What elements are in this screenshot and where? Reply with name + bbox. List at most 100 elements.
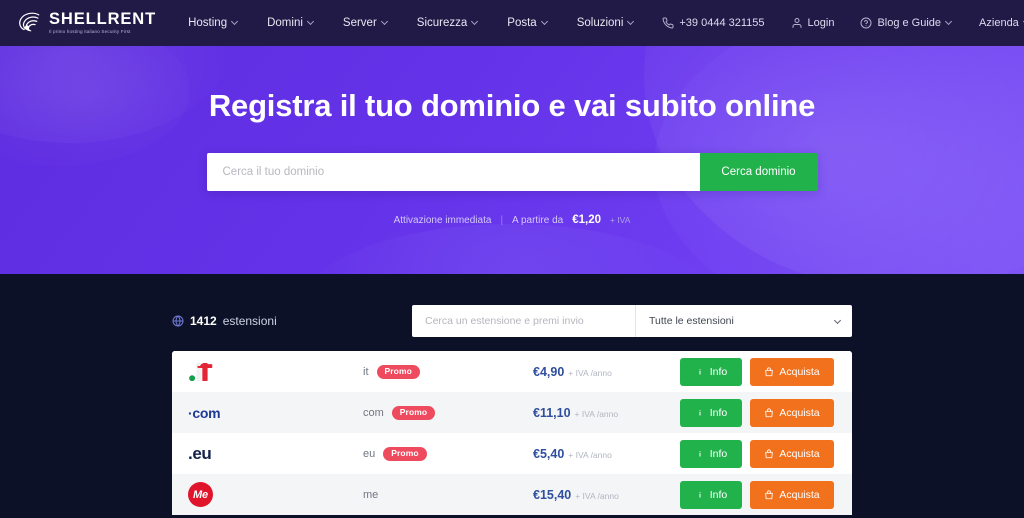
extension-actions-cell: Info Acquista (673, 357, 834, 386)
nav-label: Domini (267, 17, 303, 29)
info-icon (695, 408, 705, 418)
vat-note: + IVA (609, 215, 631, 225)
extensions-table: it Promo €4,90 + IVA /anno Info Acquista… (172, 351, 852, 515)
nav-item-azienda[interactable]: Azienda (966, 17, 1024, 29)
buy-button[interactable]: Acquista (750, 357, 834, 386)
extension-logo-cell: Me (188, 482, 363, 507)
nav-item-blog-guide[interactable]: Blog e Guide (847, 17, 966, 29)
extension-logo-cell: .eu (188, 442, 363, 466)
user-icon (791, 17, 803, 29)
info-button[interactable]: Info (680, 480, 742, 509)
nav-label: Server (342, 17, 377, 29)
table-row[interactable]: it Promo €4,90 + IVA /anno Info Acquista (172, 351, 852, 392)
nav-item-soluzioni[interactable]: Soluzioni (563, 17, 650, 29)
extension-price-cell: €5,40 + IVA /anno (533, 447, 673, 461)
buy-label: Acquista (779, 488, 820, 501)
chevron-down-icon (232, 19, 239, 26)
chevron-down-icon (946, 19, 953, 26)
shell-spiral-icon (16, 10, 42, 36)
extension-search-input[interactable] (412, 305, 635, 337)
extension-filter-select[interactable]: Tutte le estensioni (636, 305, 852, 337)
chevron-down-icon (472, 19, 479, 26)
info-button[interactable]: Info (680, 398, 742, 427)
domain-search-form: Cerca dominio (206, 153, 818, 191)
extension-actions-cell: Info Acquista (673, 398, 834, 427)
buy-label: Acquista (779, 365, 820, 378)
note-separator: | (500, 214, 504, 226)
shopping-bag-icon (764, 407, 774, 418)
nav-label: Soluzioni (576, 17, 624, 29)
me-logo-text: Me (188, 482, 213, 507)
nav-item-domini[interactable]: Domini (253, 17, 329, 29)
shopping-bag-icon (764, 448, 774, 459)
extensions-filters: Tutte le estensioni (412, 305, 852, 337)
nav-item-posta[interactable]: Posta (493, 17, 562, 29)
extension-price-cell: €11,10 + IVA /anno (533, 406, 673, 420)
info-icon (695, 367, 705, 377)
info-label: Info (709, 406, 728, 419)
extension-actions-cell: Info Acquista (673, 480, 834, 509)
chevron-down-icon (628, 19, 635, 26)
table-row[interactable]: ·com com Promo €11,10 + IVA /anno Info A… (172, 392, 852, 433)
hero-decorative-blob (300, 224, 720, 274)
hero-section: Registra il tuo dominio e vai subito onl… (0, 46, 1024, 274)
info-label: Info (709, 365, 728, 378)
buy-label: Acquista (779, 406, 820, 419)
shopping-bag-icon (764, 489, 774, 500)
extension-name-cell: eu Promo (363, 446, 533, 461)
activation-note: Attivazione immediata (393, 214, 492, 226)
extensions-count-label: estensioni (222, 314, 277, 328)
brand-logo[interactable]: SHELLRENT Il primo hosting italiano Secu… (16, 10, 156, 36)
nav-item-phone[interactable]: +39 0444 321155 (649, 17, 777, 29)
extension-logo-cell: ·com (188, 401, 363, 425)
promo-badge: Promo (391, 405, 436, 420)
info-button[interactable]: Info (680, 357, 742, 386)
price-note: + IVA /anno (575, 490, 619, 501)
nav-item-login[interactable]: Login (778, 17, 848, 29)
extension-actions-cell: Info Acquista (673, 439, 834, 468)
info-icon (695, 490, 705, 500)
extension-name-cell: me (363, 489, 533, 501)
extension-name-cell: com Promo (363, 405, 533, 420)
info-button[interactable]: Info (680, 439, 742, 468)
domain-search-input[interactable] (206, 153, 700, 191)
table-row[interactable]: Me me €15,40 + IVA /anno Info Acquista (172, 474, 852, 515)
nav-label: Sicurezza (416, 17, 468, 29)
chevron-down-icon (382, 19, 389, 26)
azienda-label: Azienda (979, 17, 1019, 29)
question-circle-icon (860, 17, 872, 29)
phone-number: +39 0444 321155 (679, 17, 765, 29)
starting-price: €1,20 (572, 214, 601, 226)
brand-name: SHELLRENT (49, 10, 157, 29)
nav-label: Posta (507, 17, 537, 29)
extension-logo-cell (188, 360, 363, 384)
buy-button[interactable]: Acquista (750, 480, 834, 509)
buy-button[interactable]: Acquista (750, 398, 834, 427)
price-note: + IVA /anno (568, 449, 612, 460)
eu-logo-text: .eu (188, 443, 212, 463)
me-circle-logo-icon: Me (188, 482, 213, 507)
price-amount: €15,40 (533, 487, 572, 502)
promo-badge: Promo (383, 446, 427, 461)
extensions-count: 1412 estensioni (172, 314, 277, 328)
extensions-count-number: 1412 (190, 314, 217, 328)
com-wordmark-logo-icon: ·com (188, 401, 221, 425)
nav-item-server[interactable]: Server (329, 17, 403, 29)
nav-item-sicurezza[interactable]: Sicurezza (403, 17, 494, 29)
it-flag-logo-icon (188, 360, 216, 384)
page-title: Registra il tuo dominio e vai subito onl… (208, 88, 816, 123)
extension-name: eu (363, 447, 376, 460)
price-amount: €5,40 (533, 446, 565, 461)
starting-from-label: A partire da (512, 214, 564, 226)
buy-button[interactable]: Acquista (750, 439, 834, 468)
search-domain-button[interactable]: Cerca dominio (699, 153, 818, 191)
extension-name: me (363, 488, 379, 501)
info-icon (695, 449, 705, 459)
eu-wordmark-logo-icon: .eu (188, 442, 212, 466)
extension-name: it (363, 365, 369, 378)
table-row[interactable]: .eu eu Promo €5,40 + IVA /anno Info Acqu… (172, 433, 852, 474)
nav-item-hosting[interactable]: Hosting (174, 17, 253, 29)
chevron-down-icon (308, 19, 315, 26)
brand-tagline: Il primo hosting italiano Security First (49, 29, 131, 35)
extension-name-cell: it Promo (363, 364, 533, 379)
